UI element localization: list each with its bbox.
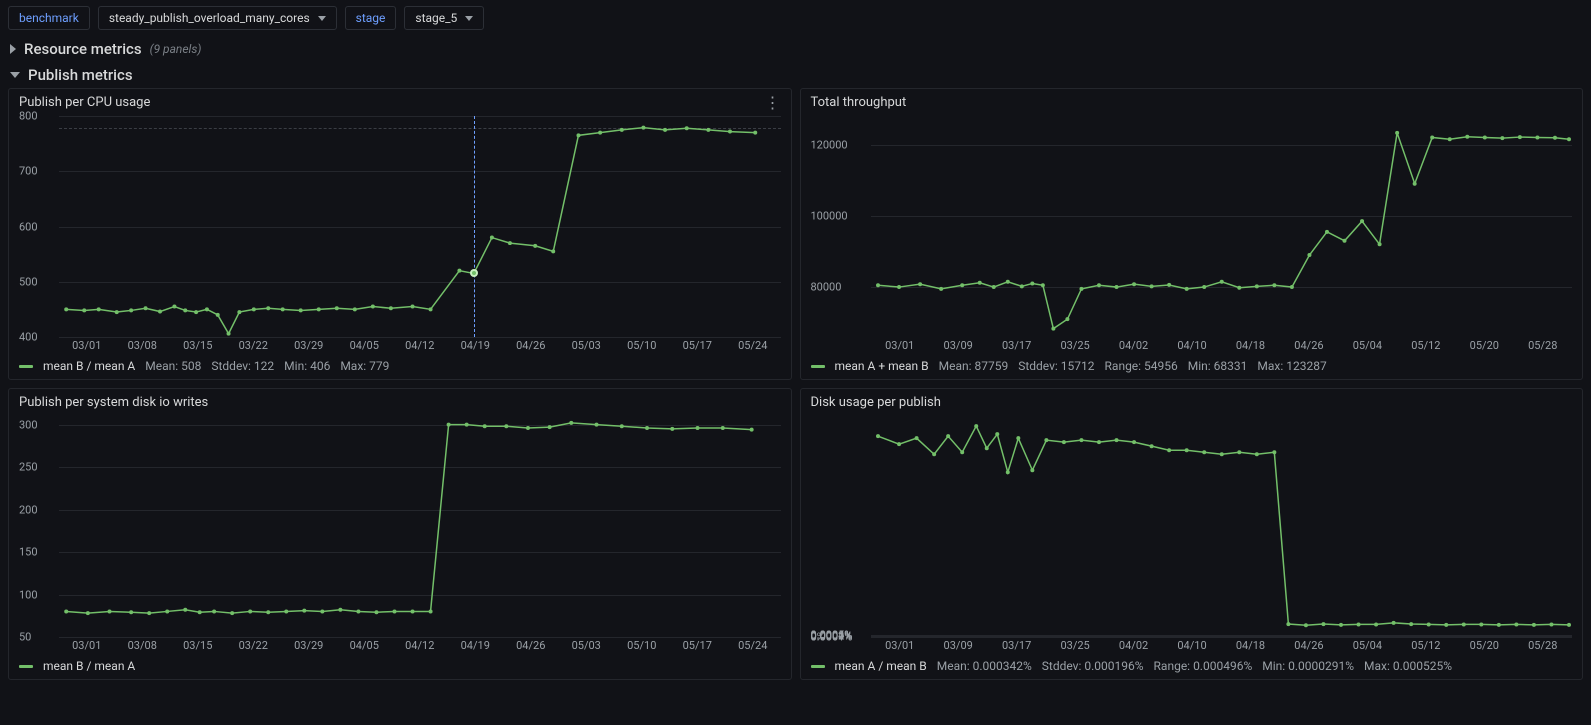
x-axis: 03/0103/0803/1503/2203/2904/0504/1204/19… [59, 639, 781, 657]
legend-stat-mean: Mean: 0.000342% [937, 659, 1032, 673]
legend-stat-mean: Mean: 87759 [939, 359, 1009, 373]
line-series [59, 116, 781, 337]
legend-stat-stddev: Stddev: 15712 [1018, 359, 1094, 373]
legend[interactable]: mean A + mean B Mean: 87759 Stddev: 1571… [801, 357, 1583, 379]
panel-title: Publish per CPU usage [19, 95, 150, 110]
variable-toolbar: benchmark steady_publish_overload_many_c… [8, 6, 1583, 30]
panel-title: Publish per system disk io writes [19, 395, 208, 410]
legend-stat-range: Range: 0.000496% [1154, 659, 1253, 673]
plot-body [871, 116, 1573, 337]
plot-body [871, 416, 1573, 637]
legend-swatch [811, 365, 825, 368]
stage-value: stage_5 [415, 11, 457, 25]
chevron-down-icon [465, 16, 473, 21]
row-title: Resource metrics [24, 40, 142, 58]
legend-swatch [811, 665, 825, 668]
chart-area[interactable]: 400500600700800 [19, 116, 781, 337]
legend-series-name: mean B / mean A [43, 659, 135, 673]
chart-area[interactable]: 0%0.0001%0.0002%0.0003%0.0004%0.0005% [811, 416, 1573, 637]
row-resource-metrics[interactable]: Resource metrics (9 panels) [8, 36, 1583, 62]
legend-stat-max: Max: 0.000525% [1364, 659, 1452, 673]
legend-swatch [19, 365, 33, 368]
legend[interactable]: mean B / mean A [9, 657, 791, 679]
stage-value-dropdown[interactable]: stage_5 [404, 6, 484, 30]
legend-stat-max: Max: 123287 [1257, 359, 1326, 373]
row-publish-metrics[interactable]: Publish metrics [8, 62, 1583, 88]
chart-area[interactable]: 80000100000120000 [811, 116, 1573, 337]
x-axis: 03/0103/0903/1703/2504/0204/1004/1804/26… [871, 639, 1573, 657]
legend-series-name: mean A / mean B [835, 659, 927, 673]
panel-publish-per-cpu[interactable]: Publish per CPU usage ⋮ 400500600700800 … [8, 88, 792, 380]
chevron-right-icon [10, 44, 16, 54]
line-series [871, 416, 1573, 637]
x-axis: 03/0103/0803/1503/2203/2904/0504/1204/19… [59, 339, 781, 357]
panel-menu-icon[interactable]: ⋮ [765, 98, 781, 108]
legend-series-name: mean A + mean B [835, 359, 929, 373]
benchmark-value-dropdown[interactable]: steady_publish_overload_many_cores [98, 6, 337, 30]
row-subtitle: (9 panels) [150, 42, 202, 56]
panel-grid: Publish per CPU usage ⋮ 400500600700800 … [8, 88, 1583, 680]
line-series [59, 416, 781, 637]
legend-swatch [19, 665, 33, 668]
panel-total-throughput[interactable]: Total throughput 80000100000120000 03/01… [800, 88, 1584, 380]
legend-stat-min: Min: 68331 [1188, 359, 1248, 373]
panel-title: Disk usage per publish [811, 395, 941, 410]
benchmark-variable[interactable]: benchmark [8, 6, 90, 30]
plot-body [59, 416, 781, 637]
legend[interactable]: mean A / mean B Mean: 0.000342% Stddev: … [801, 657, 1583, 679]
legend-stat-stddev: Stddev: 122 [211, 359, 274, 373]
legend-stat-max: Max: 779 [340, 359, 389, 373]
panel-disk-usage-per-publish[interactable]: Disk usage per publish 0%0.0001%0.0002%0… [800, 388, 1584, 680]
x-axis: 03/0103/0903/1703/2504/0204/1004/1804/26… [871, 339, 1573, 357]
stage-variable[interactable]: stage [345, 6, 397, 30]
row-title: Publish metrics [28, 66, 133, 84]
annotation-line[interactable] [474, 116, 475, 337]
chevron-down-icon [318, 16, 326, 21]
legend-stat-stddev: Stddev: 0.000196% [1042, 659, 1144, 673]
hover-marker [470, 269, 478, 277]
plot-body [59, 116, 781, 337]
legend-stat-mean: Mean: 508 [145, 359, 201, 373]
benchmark-label: benchmark [19, 11, 79, 25]
legend[interactable]: mean B / mean A Mean: 508 Stddev: 122 Mi… [9, 357, 791, 379]
panel-title: Total throughput [811, 95, 907, 110]
legend-stat-min: Min: 0.0000291% [1262, 659, 1354, 673]
stage-label: stage [356, 11, 386, 25]
benchmark-value: steady_publish_overload_many_cores [109, 11, 310, 25]
line-series [871, 116, 1573, 337]
chart-area[interactable]: 50100150200250300 [19, 416, 781, 637]
legend-series-name: mean B / mean A [43, 359, 135, 373]
chevron-down-icon [10, 72, 20, 78]
legend-stat-range: Range: 54956 [1105, 359, 1178, 373]
legend-stat-min: Min: 406 [284, 359, 330, 373]
panel-publish-per-disk-io[interactable]: Publish per system disk io writes 501001… [8, 388, 792, 680]
